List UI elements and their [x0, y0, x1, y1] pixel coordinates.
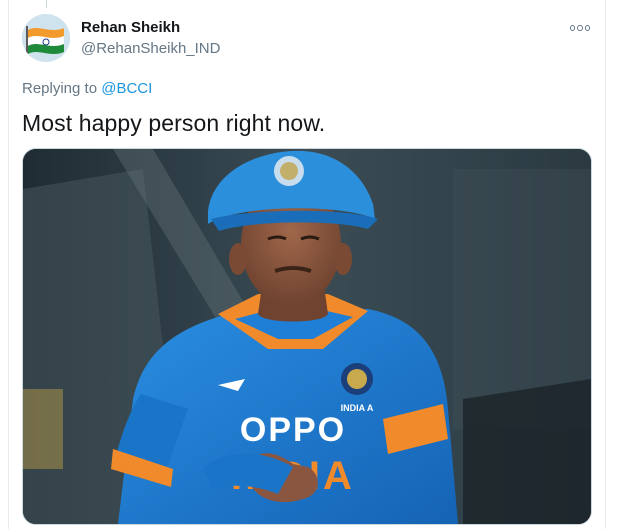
tweet-image[interactable]: INDIA A OPPO INDIA [22, 148, 592, 525]
thread-connector [46, 0, 47, 8]
card-border-left [8, 0, 9, 529]
avatar[interactable] [22, 14, 70, 62]
replying-to: Replying to @BCCI [22, 80, 152, 97]
jersey-sponsor-text: OPPO [240, 411, 346, 449]
tweet-text: Most happy person right now. [22, 110, 326, 136]
mention-link[interactable]: @BCCI [101, 80, 152, 97]
replying-to-label: Replying to [22, 80, 98, 97]
user-handle[interactable]: @RehanSheikh_IND [81, 40, 220, 57]
card-border-right [605, 0, 606, 529]
user-display-name[interactable]: Rehan Sheikh [81, 19, 180, 36]
more-options-icon[interactable] [570, 22, 590, 34]
cricketer-photo: INDIA A OPPO INDIA [23, 149, 591, 524]
india-flag-avatar-icon [22, 14, 70, 62]
